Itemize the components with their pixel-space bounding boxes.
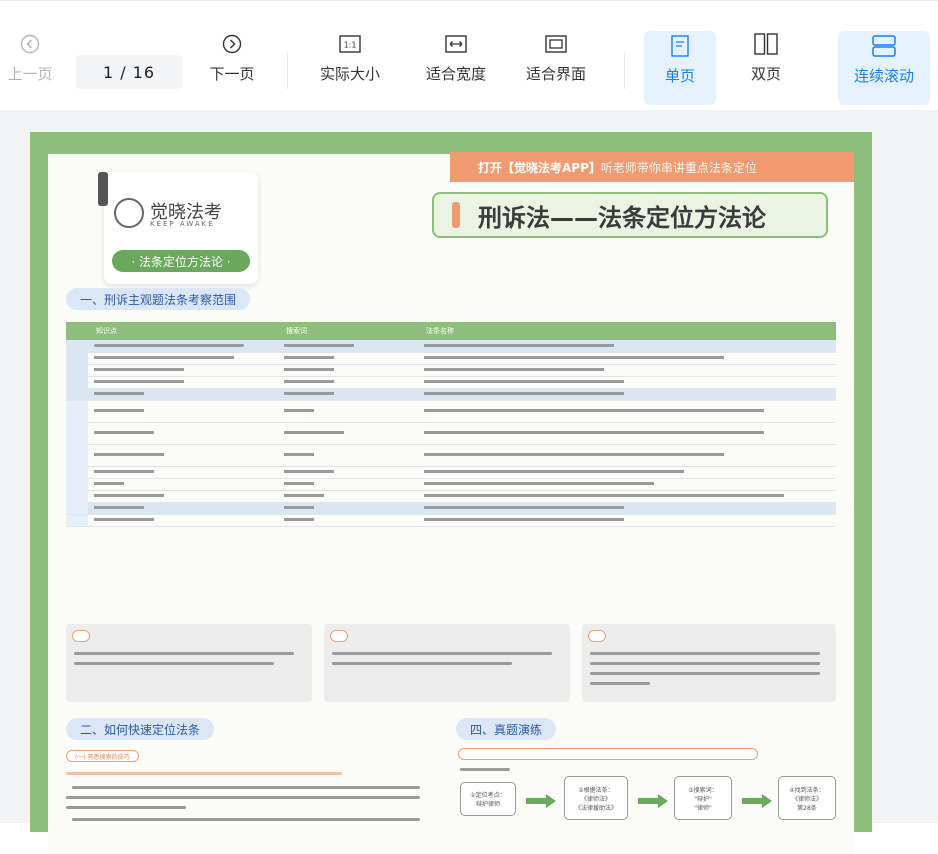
title-accent bbox=[452, 202, 460, 228]
banner-bold-text: 打开【觉晓法考APP】 bbox=[478, 160, 601, 175]
brand-card: 觉晓法考 KEEP AWAKE · 法条定位方法论 · bbox=[98, 172, 258, 284]
logo-icon bbox=[114, 198, 144, 228]
table-header-keyword: 搜索词 bbox=[278, 322, 418, 340]
note-heading bbox=[330, 630, 348, 642]
single-page-label: 单页 bbox=[664, 67, 695, 85]
table-row bbox=[66, 514, 836, 527]
promo-banner: 打开【觉晓法考APP】 听老师带你串讲重点法条定位 bbox=[450, 152, 854, 182]
svg-text:1:1: 1:1 bbox=[344, 41, 357, 50]
note-box bbox=[582, 624, 836, 702]
table-row bbox=[66, 340, 836, 401]
note-box bbox=[324, 624, 570, 702]
flow-arrow-icon bbox=[638, 794, 668, 808]
table-row bbox=[66, 352, 836, 365]
note-box bbox=[66, 624, 312, 702]
document-page: 觉晓法考 KEEP AWAKE · 法条定位方法论 · 打开【觉晓法考APP】 … bbox=[30, 132, 872, 854]
table-header-law: 法条名称 bbox=[418, 322, 836, 340]
section-heading: 一、刑诉主观题法条考察范围 bbox=[66, 288, 251, 310]
fit-page-label: 适合界面 bbox=[525, 65, 586, 83]
subsection-heading: (一) 熟悉搜索的技巧 bbox=[66, 750, 139, 762]
fit-width-button[interactable]: 适合宽度 bbox=[414, 31, 498, 101]
table-row bbox=[66, 400, 836, 515]
note-heading bbox=[588, 630, 606, 642]
actual-size-label: 实际大小 bbox=[319, 65, 380, 83]
table-row bbox=[66, 422, 836, 445]
table-row bbox=[66, 388, 836, 401]
continuous-scroll-label: 连续滚动 bbox=[853, 67, 914, 85]
double-page-button[interactable]: 双页 bbox=[730, 31, 802, 101]
flow-step: ①定位考点： 辩护律师 bbox=[460, 782, 516, 816]
single-page-icon bbox=[671, 33, 689, 59]
table-row bbox=[66, 478, 836, 491]
section-heading: 四、真题演练 bbox=[456, 718, 557, 740]
next-page-button[interactable]: 下一页 bbox=[200, 31, 264, 101]
toolbar-divider bbox=[624, 53, 625, 89]
table-row bbox=[66, 376, 836, 389]
prev-page-label: 上一页 bbox=[7, 65, 53, 83]
flow-arrow-icon bbox=[526, 794, 556, 808]
page-content: 觉晓法考 KEEP AWAKE · 法条定位方法论 · 打开【觉晓法考APP】 … bbox=[48, 152, 854, 854]
table-header-row: 知识点 搜索词 法条名称 bbox=[66, 322, 836, 340]
exam-question-pill bbox=[458, 748, 758, 760]
single-page-button[interactable]: 单页 bbox=[644, 31, 716, 105]
table-header-topic: 知识点 bbox=[88, 322, 278, 340]
topic-table: 知识点 搜索词 法条名称 bbox=[66, 322, 836, 527]
flow-arrow-icon bbox=[742, 794, 772, 808]
actual-size-button[interactable]: 1:1 实际大小 bbox=[310, 31, 390, 101]
table-row bbox=[66, 364, 836, 377]
toolbar-divider bbox=[287, 53, 288, 89]
table-row bbox=[66, 490, 836, 503]
section-heading: 二、如何快速定位法条 bbox=[66, 718, 215, 740]
fit-width-label: 适合宽度 bbox=[425, 65, 486, 83]
card-tab bbox=[98, 172, 108, 206]
chevron-left-circle-icon bbox=[20, 31, 40, 57]
document-title: 刑诉法——法条定位方法论 bbox=[432, 192, 828, 238]
next-page-label: 下一页 bbox=[209, 65, 255, 83]
brand-tag: · 法条定位方法论 · bbox=[112, 250, 250, 272]
double-page-label: 双页 bbox=[750, 65, 781, 83]
continuous-scroll-button[interactable]: 连续滚动 bbox=[838, 31, 930, 105]
table-row bbox=[66, 502, 836, 515]
page-indicator[interactable]: 1 / 16 bbox=[76, 55, 182, 89]
fit-page-icon bbox=[545, 31, 567, 57]
banner-light-text: 听老师带你串讲重点法条定位 bbox=[600, 160, 757, 175]
fit-width-icon bbox=[445, 31, 467, 57]
flow-step: ④找到法条： 《律师法》 第28条 bbox=[778, 776, 836, 820]
chevron-right-circle-icon bbox=[222, 31, 242, 57]
fit-page-button[interactable]: 适合界面 bbox=[514, 31, 598, 101]
prev-page-button[interactable]: 上一页 bbox=[0, 31, 60, 101]
note-heading bbox=[72, 630, 90, 642]
flow-step: ③搜索词： "辩护" "律师" bbox=[674, 776, 732, 820]
actual-size-icon: 1:1 bbox=[339, 31, 361, 57]
document-viewer[interactable]: 觉晓法考 KEEP AWAKE · 法条定位方法论 · 打开【觉晓法考APP】 … bbox=[0, 110, 938, 854]
double-page-icon bbox=[754, 31, 778, 57]
table-header-blank bbox=[66, 322, 88, 340]
table-row bbox=[66, 444, 836, 467]
flow-step: ②根据法条： 《律师法》 《法律援助法》 bbox=[564, 776, 628, 820]
title-text: 刑诉法——法条定位方法论 bbox=[478, 203, 766, 232]
continuous-scroll-icon bbox=[872, 33, 896, 59]
brand-slogan: KEEP AWAKE bbox=[150, 220, 215, 228]
reader-toolbar: 上一页 1 / 16 下一页 1:1 实际大小 适合宽度 适合界面 单页 双页 … bbox=[0, 0, 938, 110]
table-row bbox=[66, 466, 836, 479]
